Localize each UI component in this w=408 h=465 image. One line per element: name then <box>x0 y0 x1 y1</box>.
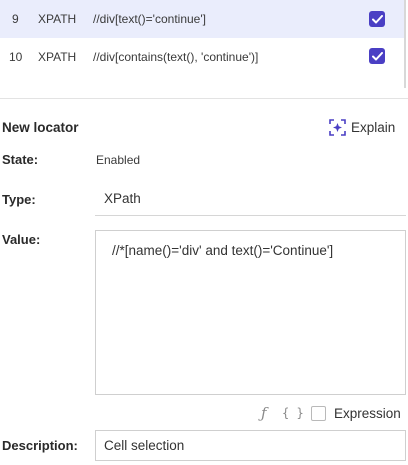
braces-icon[interactable]: { } <box>282 406 304 420</box>
locator-type: XPATH <box>38 12 77 26</box>
value-label: Value: <box>2 232 41 247</box>
value-textarea[interactable]: //*[name()='div' and text()='Continue'] <box>95 230 406 395</box>
value-toolbar: ƒ { } Expression <box>0 404 408 424</box>
locator-expression: //div[contains(text(), 'continue')] <box>93 49 259 64</box>
locator-row[interactable]: 10 XPATH //div[contains(text(), 'continu… <box>0 38 404 75</box>
description-label: Description: <box>2 438 78 453</box>
type-value: XPath <box>104 191 141 206</box>
expression-label: Expression <box>334 406 401 421</box>
function-icon[interactable]: ƒ <box>261 404 267 422</box>
explain-label: Explain <box>351 120 396 135</box>
checkmark-icon <box>371 14 383 23</box>
locator-expression: //div[text()='continue'] <box>93 12 206 26</box>
description-input[interactable]: Cell selection <box>95 430 406 461</box>
locator-index: 9 <box>12 12 19 26</box>
type-select[interactable]: XPath <box>95 182 406 216</box>
description-value: Cell selection <box>104 438 185 453</box>
type-label: Type: <box>2 192 36 207</box>
locator-index: 10 <box>9 49 23 64</box>
state-label: State: <box>2 152 39 167</box>
state-value: Enabled <box>96 153 141 167</box>
expression-checkbox[interactable] <box>311 406 326 421</box>
locator-checkbox[interactable] <box>369 48 385 64</box>
locator-checkbox[interactable] <box>369 11 385 27</box>
scrollbar[interactable] <box>404 0 406 88</box>
locator-row[interactable]: 9 XPATH //div[text()='continue'] <box>0 0 404 38</box>
locator-panel: 9 XPATH //div[text()='continue'] 10 XPAT… <box>0 0 408 465</box>
section-divider <box>0 98 408 99</box>
explain-icon <box>329 119 346 136</box>
value-text: //*[name()='div' and text()='Continue'] <box>112 243 334 258</box>
explain-button[interactable]: Explain <box>329 119 395 136</box>
locator-type: XPATH <box>38 49 77 64</box>
section-title: New locator <box>2 120 79 135</box>
checkmark-icon <box>371 51 383 60</box>
